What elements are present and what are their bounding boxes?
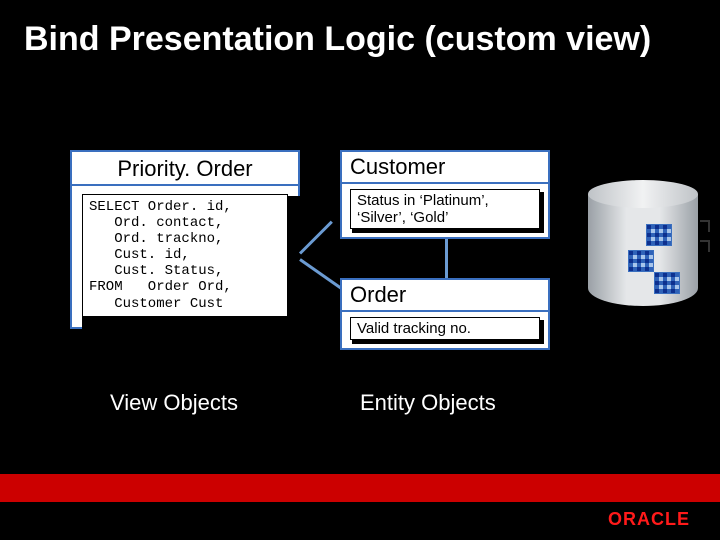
entity-order-rule: Valid tracking no. xyxy=(350,317,540,340)
entity-customer-rule: Status in ‘Platinum’, ‘Silver’, ‘Gold’ xyxy=(350,189,540,229)
view-object-box: Priority. Order SELECT Order. id, Ord. c… xyxy=(70,150,300,329)
connector-line xyxy=(299,221,333,255)
bracket-icon xyxy=(700,240,710,252)
bracket-icon xyxy=(700,220,710,232)
entity-customer-name: Customer xyxy=(342,152,548,184)
database-icon xyxy=(588,180,698,310)
entity-order-box: Order Valid tracking no. xyxy=(340,278,550,350)
db-table-icon xyxy=(654,272,680,294)
view-object-name: Priority. Order xyxy=(72,152,298,186)
db-table-icon xyxy=(628,250,654,272)
diagram-area: Priority. Order SELECT Order. id, Ord. c… xyxy=(0,140,720,460)
entity-order-name: Order xyxy=(342,280,548,312)
footer-accent-bar xyxy=(0,474,720,502)
oracle-logo: ORACLE xyxy=(608,509,690,530)
view-object-sql: SELECT Order. id, Ord. contact, Ord. tra… xyxy=(82,194,288,317)
label-entity-objects: Entity Objects xyxy=(360,390,496,416)
slide-title: Bind Presentation Logic (custom view) xyxy=(0,0,720,59)
db-table-icon xyxy=(646,224,672,246)
label-view-objects: View Objects xyxy=(110,390,238,416)
entity-customer-box: Customer Status in ‘Platinum’, ‘Silver’,… xyxy=(340,150,550,239)
